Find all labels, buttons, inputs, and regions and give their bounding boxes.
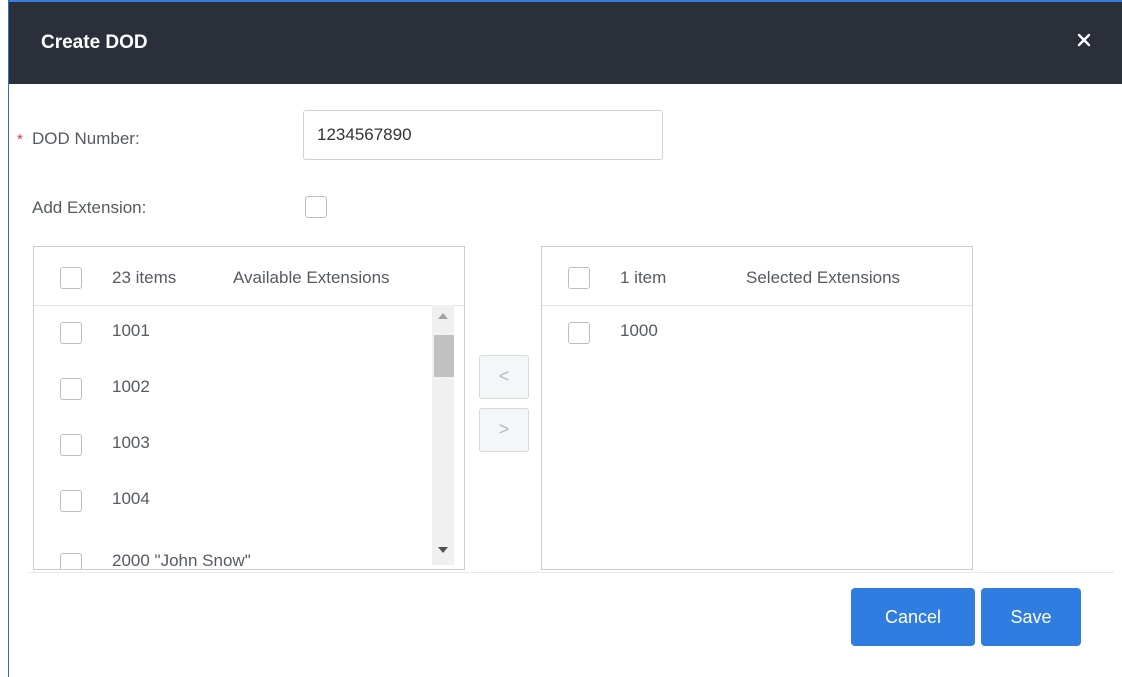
available-select-all-checkbox[interactable] <box>60 267 82 289</box>
list-item[interactable]: 2000 "John Snow" <box>34 529 464 570</box>
cancel-button[interactable]: Cancel <box>851 588 975 646</box>
create-dod-dialog: Create DOD * DOD Number: Add Extension: … <box>8 0 1122 677</box>
list-item-label: 1004 <box>112 489 150 508</box>
dialog-title: Create DOD <box>41 32 148 53</box>
save-button[interactable]: Save <box>981 588 1081 646</box>
list-item-checkbox[interactable] <box>60 322 82 344</box>
list-item[interactable]: 1003 <box>34 417 464 473</box>
list-item[interactable]: 1000 <box>542 305 972 361</box>
available-list-scrollbar[interactable] <box>432 305 454 565</box>
selected-count: 1 item <box>620 268 667 287</box>
list-item-checkbox[interactable] <box>568 322 590 344</box>
available-count: 23 items <box>112 268 177 287</box>
available-panel-header: 23 items Available Extensions <box>34 247 464 306</box>
list-item-checkbox[interactable] <box>60 490 82 512</box>
add-extension-label: Add Extension: <box>32 198 147 217</box>
list-item-checkbox[interactable] <box>60 434 82 456</box>
move-right-button[interactable]: > <box>479 408 529 452</box>
list-item-checkbox[interactable] <box>60 378 82 400</box>
footer-divider <box>29 572 1114 573</box>
required-marker: * <box>17 131 23 148</box>
list-item-label: 1000 <box>620 321 658 340</box>
list-item-label: 2000 "John Snow" <box>112 551 251 570</box>
selected-panel-header: 1 item Selected Extensions <box>542 247 972 306</box>
list-item[interactable]: 1001 <box>34 305 464 361</box>
available-title: Available Extensions <box>233 268 390 287</box>
move-left-button[interactable]: < <box>479 355 529 399</box>
selected-title: Selected Extensions <box>746 268 901 287</box>
add-extension-checkbox[interactable] <box>305 196 327 218</box>
scroll-thumb[interactable] <box>434 335 454 377</box>
selected-extensions-panel: 1 item Selected Extensions 1000 <box>541 246 973 570</box>
list-item-label: 1003 <box>112 433 150 452</box>
selected-select-all-checkbox[interactable] <box>568 267 590 289</box>
list-item[interactable]: 1002 <box>34 361 464 417</box>
close-icon[interactable] <box>1072 28 1096 52</box>
list-item-checkbox[interactable] <box>60 553 82 569</box>
scroll-down-icon[interactable] <box>438 547 448 553</box>
dod-number-input[interactable] <box>303 110 663 160</box>
dod-number-label: DOD Number: <box>32 129 140 148</box>
scroll-up-icon[interactable] <box>438 313 448 319</box>
dialog-header: Create DOD <box>9 0 1122 84</box>
list-item[interactable]: 1004 <box>34 473 464 529</box>
list-item-label: 1002 <box>112 377 150 396</box>
list-item-label: 1001 <box>112 321 150 340</box>
available-extensions-panel: 23 items Available Extensions 1001 1002 … <box>33 246 465 570</box>
